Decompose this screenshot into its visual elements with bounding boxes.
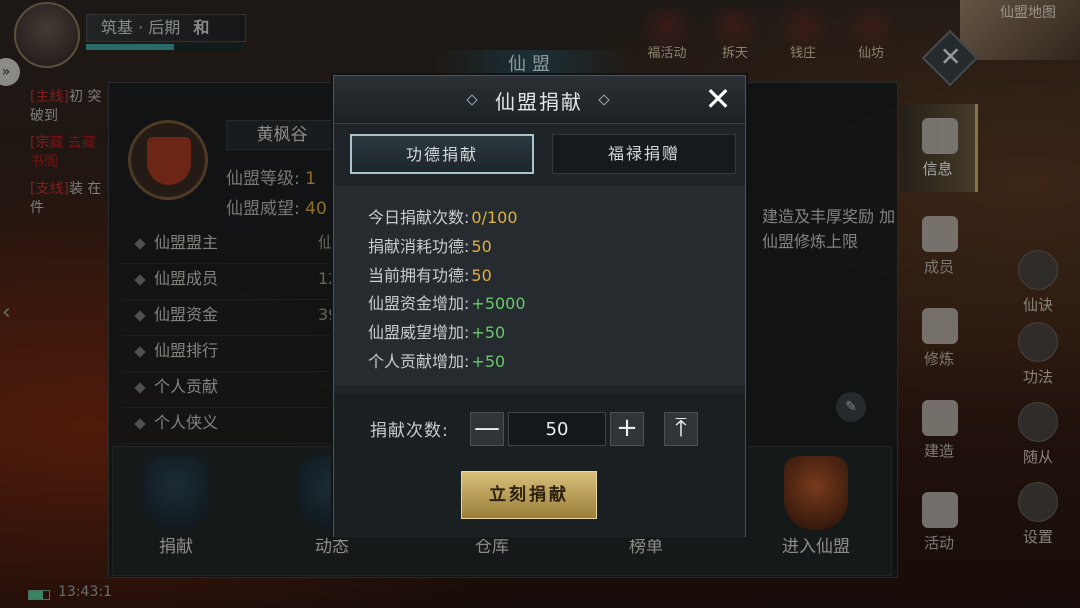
donation-tabs: 功德捐献 福禄捐赠 [348, 134, 738, 176]
close-icon[interactable]: ✕ [700, 82, 736, 118]
info-row: 当前拥有功德: 50 [368, 266, 492, 285]
donate-now-button[interactable]: 立刻捐献 [461, 471, 597, 519]
info-row: 个人贡献增加: +50 [368, 352, 506, 371]
tab-fortune-gift[interactable]: 福禄捐赠 [552, 134, 736, 174]
info-row: 仙盟资金增加: +5000 [368, 294, 526, 313]
donation-count-input[interactable] [508, 412, 606, 446]
tab-merit-donation[interactable]: 功德捐献 [350, 134, 534, 174]
modal-title: 仙盟捐献 [495, 90, 583, 114]
info-row: 仙盟威望增加: +50 [368, 323, 506, 342]
modal-header: 仙盟捐献 ✕ [334, 76, 745, 124]
max-count-button[interactable]: ⤒ [664, 412, 698, 446]
count-label: 捐献次数: [370, 421, 449, 441]
donation-info: 今日捐献次数: 0/100 捐献消耗功德: 50 当前拥有功德: 50 仙盟资金增加:… [334, 186, 745, 386]
info-row: 今日捐献次数: 0/100 [368, 208, 518, 227]
info-row: 捐献消耗功德: 50 [368, 237, 492, 256]
decrease-button[interactable]: — [470, 412, 504, 446]
donation-modal: 仙盟捐献 ✕ 功德捐献 福禄捐赠 今日捐献次数: 0/100 捐献消耗功德: 50 … [333, 75, 746, 538]
increase-button[interactable]: + [610, 412, 644, 446]
